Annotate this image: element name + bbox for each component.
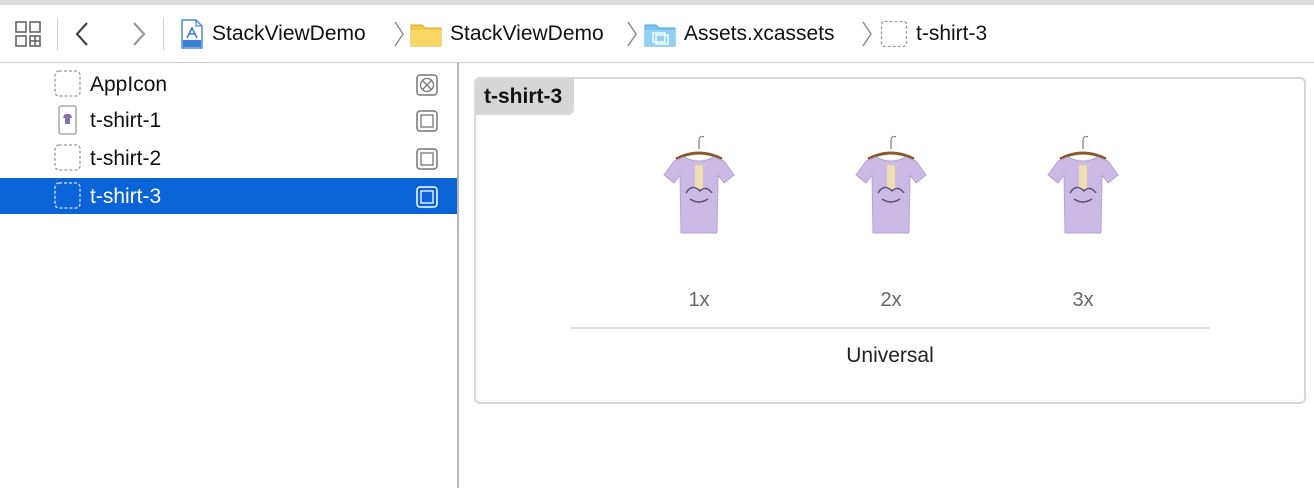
- idiom-divider: [570, 327, 1210, 329]
- image-slot-icon: [416, 110, 438, 132]
- asset-item-t-shirt-1[interactable]: t-shirt-1: [0, 102, 457, 138]
- tshirt-image: [855, 135, 927, 234]
- breadcrumb-group[interactable]: StackViewDemo: [410, 19, 604, 49]
- breadcrumb-label: StackViewDemo: [212, 22, 366, 45]
- jump-bar: StackViewDemo StackViewDemo Assets.xcass…: [0, 0, 1314, 63]
- breadcrumb-separator-icon: [394, 21, 404, 47]
- image-well-3x[interactable]: [1038, 131, 1128, 241]
- appicon-slot-icon: [416, 74, 438, 96]
- image-slot-icon: [416, 186, 438, 208]
- tshirt-image: [1047, 135, 1119, 234]
- image-set-card: t-shirt-3 1x 2x 3x Universal: [474, 77, 1306, 404]
- scale-label-3x: 3x: [1072, 289, 1094, 311]
- yellow-folder-icon: [410, 24, 442, 47]
- related-items-button[interactable]: [14, 18, 42, 50]
- breadcrumb-assets[interactable]: Assets.xcassets: [644, 19, 835, 49]
- toolbar-divider: [57, 18, 58, 50]
- xcode-project-icon: [181, 19, 203, 49]
- forward-button[interactable]: [128, 18, 150, 50]
- image-well-2x[interactable]: [846, 131, 936, 241]
- breadcrumb-label: Assets.xcassets: [684, 22, 835, 45]
- breadcrumb-label: StackViewDemo: [450, 22, 604, 45]
- breadcrumb-separator-icon: [627, 21, 637, 47]
- image-set-icon: [54, 144, 81, 171]
- image-set-icon: [880, 20, 908, 48]
- idiom-label: Universal: [846, 344, 934, 367]
- asset-item-t-shirt-3[interactable]: t-shirt-3: [0, 178, 457, 214]
- chevron-left-icon: [75, 22, 88, 46]
- breadcrumb-separator-icon: [862, 21, 872, 47]
- asset-editor: t-shirt-3 1x 2x 3x Universal: [460, 63, 1314, 488]
- breadcrumb-image-set[interactable]: t-shirt-3: [880, 19, 987, 49]
- blue-assets-folder-icon: [644, 24, 676, 47]
- breadcrumb-label: t-shirt-3: [916, 22, 988, 45]
- asset-item-label: t-shirt-3: [90, 185, 162, 208]
- asset-item-label: AppIcon: [90, 73, 168, 96]
- tshirt-image: [663, 135, 735, 234]
- image-well-1x[interactable]: [654, 131, 744, 241]
- toolbar-divider: [163, 18, 164, 50]
- breadcrumb-project[interactable]: StackViewDemo: [180, 19, 366, 49]
- asset-item-appicon[interactable]: AppIcon: [0, 66, 457, 102]
- grid-icon: [15, 21, 41, 47]
- chevron-right-icon: [133, 22, 146, 46]
- back-button[interactable]: [72, 18, 94, 50]
- image-set-icon: [54, 182, 81, 209]
- asset-item-t-shirt-2[interactable]: t-shirt-2: [0, 140, 457, 176]
- scale-label-1x: 1x: [688, 289, 710, 311]
- scale-label-2x: 2x: [880, 289, 902, 311]
- asset-item-label: t-shirt-1: [90, 109, 162, 132]
- image-set-title[interactable]: t-shirt-3: [476, 79, 575, 115]
- tshirt-thumbnail-icon: [58, 105, 77, 135]
- asset-list: AppIcon t-shirt-1 t-shirt-2 t-shirt-3: [0, 63, 459, 488]
- app-icon-set-icon: [54, 70, 81, 97]
- image-slot-icon: [416, 148, 438, 170]
- asset-item-label: t-shirt-2: [90, 147, 162, 170]
